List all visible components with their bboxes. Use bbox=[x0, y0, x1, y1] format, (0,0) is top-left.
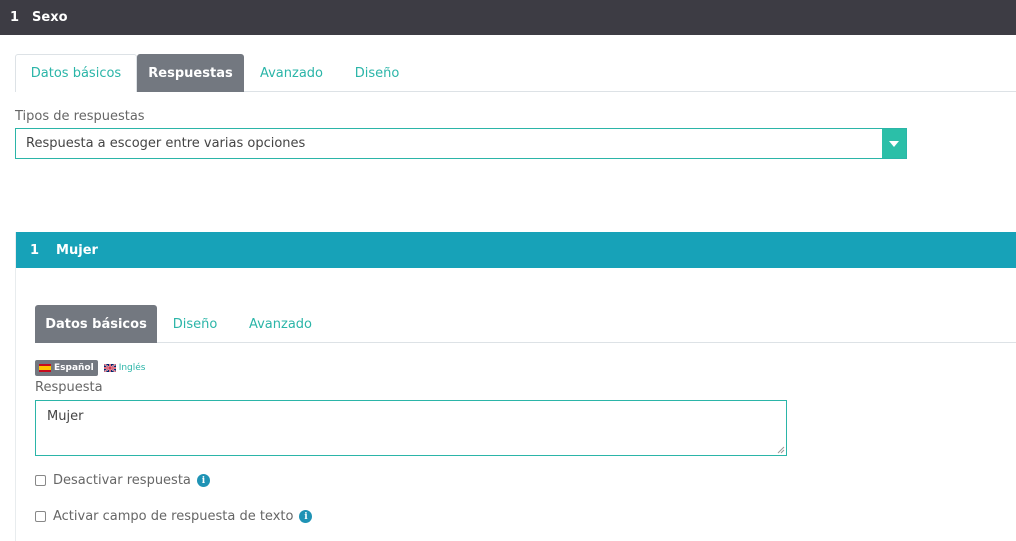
tab-respuestas[interactable]: Respuestas bbox=[137, 54, 244, 92]
text-field-checkbox[interactable] bbox=[35, 511, 46, 522]
dropdown-arrow-icon[interactable] bbox=[882, 129, 906, 158]
tab-datos-basicos[interactable]: Datos básicos bbox=[15, 54, 137, 92]
answer-card: 1 Mujer Datos básicos Diseño Avanzado Es… bbox=[15, 232, 1016, 541]
disable-answer-row: Desactivar respuesta i bbox=[35, 473, 210, 488]
answer-tab-avanzado[interactable]: Avanzado bbox=[233, 305, 328, 343]
answer-field-label: Respuesta bbox=[35, 380, 103, 395]
tab-avanzado[interactable]: Avanzado bbox=[244, 54, 339, 92]
language-es-label: Español bbox=[54, 363, 94, 373]
spain-flag-icon bbox=[39, 364, 51, 372]
answer-header[interactable]: 1 Mujer bbox=[16, 232, 1016, 268]
language-en[interactable]: Inglés bbox=[103, 363, 146, 373]
question-title: Sexo bbox=[32, 10, 68, 25]
question-header: 1 Sexo bbox=[0, 0, 1016, 35]
disable-answer-checkbox[interactable] bbox=[35, 475, 46, 486]
answer-tab-diseno[interactable]: Diseño bbox=[157, 305, 233, 343]
info-icon[interactable]: i bbox=[196, 474, 210, 487]
answer-textarea-value: Mujer bbox=[47, 409, 84, 424]
tab-diseno[interactable]: Diseño bbox=[339, 54, 415, 92]
answer-title: Mujer bbox=[56, 242, 98, 258]
language-selector: Español Inglés bbox=[35, 360, 146, 376]
answer-textarea[interactable]: Mujer bbox=[35, 400, 787, 456]
response-type-label: Tipos de respuestas bbox=[15, 109, 145, 124]
text-field-row: Activar campo de respuesta de texto i bbox=[35, 509, 313, 524]
disable-answer-label[interactable]: Desactivar respuesta bbox=[53, 473, 191, 488]
language-en-label: Inglés bbox=[118, 363, 146, 373]
response-type-select[interactable]: Respuesta a escoger entre varias opcione… bbox=[15, 128, 907, 159]
answer-number: 1 bbox=[30, 242, 40, 258]
question-tabs: Datos básicos Respuestas Avanzado Diseño bbox=[15, 54, 1016, 92]
info-icon[interactable]: i bbox=[299, 510, 313, 523]
text-field-label[interactable]: Activar campo de respuesta de texto bbox=[53, 509, 293, 524]
uk-flag-icon bbox=[103, 364, 116, 372]
resize-grip-icon[interactable] bbox=[777, 446, 785, 454]
response-type-value: Respuesta a escoger entre varias opcione… bbox=[26, 136, 306, 151]
answer-tabs: Datos básicos Diseño Avanzado bbox=[35, 305, 1016, 343]
answer-tab-datos-basicos[interactable]: Datos básicos bbox=[35, 305, 157, 343]
language-es[interactable]: Español bbox=[35, 360, 98, 376]
question-number: 1 bbox=[10, 10, 20, 25]
